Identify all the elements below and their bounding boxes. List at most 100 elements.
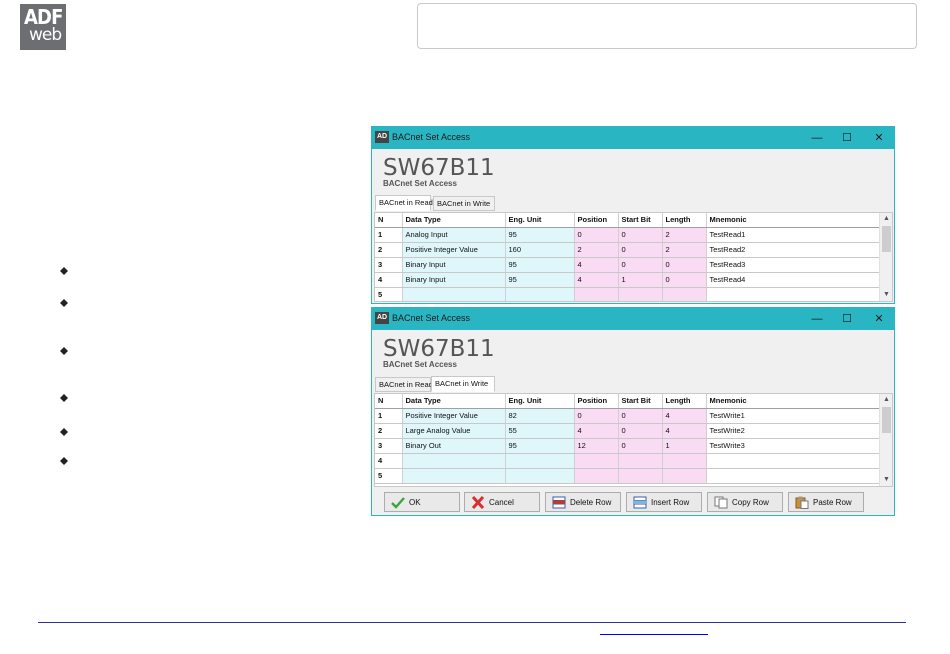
scroll-up-icon[interactable]: ▲ — [880, 213, 892, 225]
data-type-cell[interactable]: Binary Input — [402, 257, 506, 273]
position-cell[interactable]: 4 — [574, 423, 619, 439]
table-row[interactable]: 2 Positive Integer Value 160 2 0 2 TestR… — [375, 242, 882, 258]
mnemonic-cell[interactable]: TestWrite2 — [706, 423, 882, 439]
maximize-icon[interactable]: ☐ — [832, 129, 862, 147]
copy-row-button[interactable]: Copy Row — [707, 492, 783, 512]
position-cell[interactable]: 4 — [574, 257, 619, 273]
length-cell[interactable]: 2 — [662, 227, 707, 243]
minimize-icon[interactable]: — — [802, 129, 832, 147]
position-cell[interactable]: 2 — [574, 242, 619, 258]
position-cell[interactable]: 0 — [574, 408, 619, 424]
table-row[interactable]: 1 Analog Input 95 0 0 2 TestRead1 — [375, 227, 882, 243]
eng-unit-cell[interactable] — [505, 453, 575, 469]
copy-icon — [714, 496, 728, 509]
mnemonic-cell[interactable]: TestRead2 — [706, 242, 882, 258]
close-icon[interactable]: ✕ — [864, 129, 894, 147]
table-row[interactable]: 2 Large Analog Value 55 4 0 4 TestWrite2 — [375, 423, 882, 439]
data-type-cell[interactable]: Positive Integer Value — [402, 408, 506, 424]
vertical-scrollbar[interactable]: ▲ ▼ — [879, 213, 892, 301]
data-type-cell[interactable]: Large Analog Value — [402, 423, 506, 439]
close-icon[interactable]: ✕ — [864, 310, 894, 328]
mnemonic-cell[interactable]: TestWrite3 — [706, 438, 882, 454]
start-bit-cell[interactable]: 0 — [618, 408, 663, 424]
eng-unit-cell[interactable]: 95 — [505, 272, 575, 288]
paste-row-button[interactable]: Paste Row — [788, 492, 864, 512]
ok-button[interactable]: OK — [384, 492, 460, 512]
mnemonic-cell[interactable]: TestRead4 — [706, 272, 882, 288]
length-cell[interactable]: 4 — [662, 408, 707, 424]
position-cell[interactable]: 0 — [574, 227, 619, 243]
position-cell[interactable] — [574, 287, 619, 301]
length-cell[interactable]: 4 — [662, 423, 707, 439]
tab-bacnet-in-write[interactable]: BACnet in Write — [433, 196, 495, 211]
tab-bacnet-in-read[interactable]: BACnet in Read — [375, 377, 433, 392]
insert-row-button[interactable]: Insert Row — [626, 492, 702, 512]
start-bit-cell[interactable]: 0 — [618, 242, 663, 258]
tab-bacnet-in-write[interactable]: BACnet in Write — [431, 376, 495, 392]
scroll-down-icon[interactable]: ▼ — [880, 474, 892, 486]
start-bit-cell[interactable]: 0 — [618, 257, 663, 273]
table-row[interactable]: 5 — [375, 468, 882, 484]
length-cell[interactable] — [662, 468, 707, 484]
eng-unit-cell[interactable]: 55 — [505, 423, 575, 439]
position-cell[interactable] — [574, 453, 619, 469]
eng-unit-cell[interactable]: 95 — [505, 227, 575, 243]
scroll-down-icon[interactable]: ▼ — [880, 289, 892, 301]
mnemonic-cell[interactable] — [706, 287, 882, 301]
length-cell[interactable]: 1 — [662, 438, 707, 454]
eng-unit-cell[interactable] — [505, 468, 575, 484]
vertical-scrollbar[interactable]: ▲ ▼ — [879, 394, 892, 486]
length-cell[interactable]: 2 — [662, 242, 707, 258]
eng-unit-cell[interactable] — [505, 287, 575, 301]
data-type-cell[interactable] — [402, 453, 506, 469]
start-bit-cell[interactable] — [618, 287, 663, 301]
table-row[interactable]: 3 Binary Input 95 4 0 0 TestRead3 — [375, 257, 882, 273]
start-bit-cell[interactable]: 0 — [618, 423, 663, 439]
position-cell[interactable] — [574, 468, 619, 484]
length-cell[interactable]: 0 — [662, 257, 707, 273]
minimize-icon[interactable]: — — [802, 310, 832, 328]
table-row[interactable]: 4 Binary Input 95 4 1 0 TestRead4 — [375, 272, 882, 288]
mnemonic-cell[interactable]: TestWrite1 — [706, 408, 882, 424]
mnemonic-cell[interactable]: TestRead3 — [706, 257, 882, 273]
delete-row-label: Delete Row — [570, 498, 612, 507]
cancel-button[interactable]: Cancel — [464, 492, 540, 512]
scroll-up-icon[interactable]: ▲ — [880, 394, 892, 406]
data-type-cell[interactable]: Positive Integer Value — [402, 242, 506, 258]
length-cell[interactable] — [662, 287, 707, 301]
window-titlebar[interactable]: AD BACnet Set Access — ☐ ✕ — [372, 127, 894, 149]
data-type-cell[interactable]: Binary Input — [402, 272, 506, 288]
eng-unit-cell[interactable]: 82 — [505, 408, 575, 424]
data-type-cell[interactable] — [402, 468, 506, 484]
eng-unit-cell[interactable]: 95 — [505, 438, 575, 454]
length-cell[interactable] — [662, 453, 707, 469]
maximize-icon[interactable]: ☐ — [832, 310, 862, 328]
eng-unit-cell[interactable]: 160 — [505, 242, 575, 258]
start-bit-cell[interactable]: 0 — [618, 438, 663, 454]
start-bit-cell[interactable]: 1 — [618, 272, 663, 288]
mnemonic-cell[interactable] — [706, 453, 882, 469]
bacnet-read-window: AD BACnet Set Access — ☐ ✕ SW67B11 BACne… — [371, 126, 895, 304]
eng-unit-cell[interactable]: 95 — [505, 257, 575, 273]
table-row[interactable]: 3 Binary Out 95 12 0 1 TestWrite3 — [375, 438, 882, 454]
table-row[interactable]: 5 — [375, 287, 882, 301]
length-cell[interactable]: 0 — [662, 272, 707, 288]
start-bit-cell[interactable] — [618, 468, 663, 484]
delete-row-button[interactable]: Delete Row — [545, 492, 621, 512]
table-row[interactable]: 4 — [375, 453, 882, 469]
table-row[interactable]: 1 Positive Integer Value 82 0 0 4 TestWr… — [375, 408, 882, 424]
scroll-thumb[interactable] — [882, 226, 891, 252]
window-titlebar[interactable]: AD BACnet Set Access — ☐ ✕ — [372, 308, 894, 330]
footer-link-underline[interactable] — [600, 634, 708, 635]
data-type-cell[interactable]: Analog Input — [402, 227, 506, 243]
position-cell[interactable]: 4 — [574, 272, 619, 288]
mnemonic-cell[interactable]: TestRead1 — [706, 227, 882, 243]
data-type-cell[interactable]: Binary Out — [402, 438, 506, 454]
data-type-cell[interactable] — [402, 287, 506, 301]
start-bit-cell[interactable] — [618, 453, 663, 469]
scroll-thumb[interactable] — [882, 407, 891, 433]
tab-bacnet-in-read[interactable]: BACnet in Read — [375, 195, 433, 211]
start-bit-cell[interactable]: 0 — [618, 227, 663, 243]
position-cell[interactable]: 12 — [574, 438, 619, 454]
mnemonic-cell[interactable] — [706, 468, 882, 484]
